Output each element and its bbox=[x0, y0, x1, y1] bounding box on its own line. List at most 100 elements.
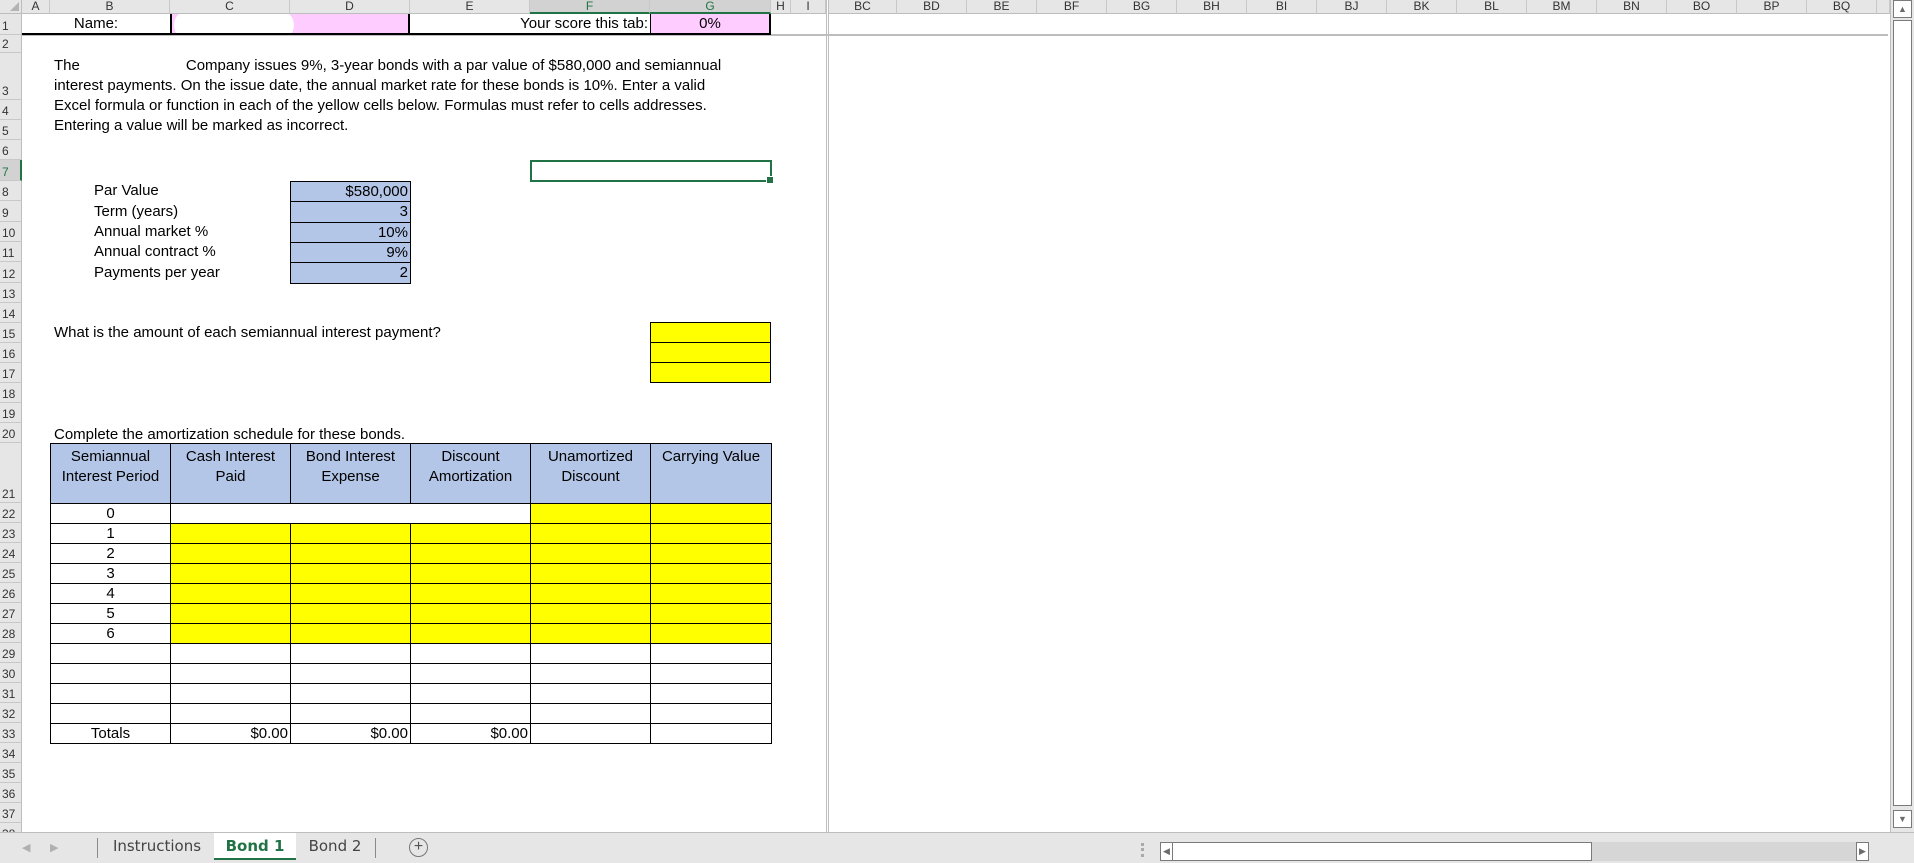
row-header-19[interactable]: 19 bbox=[0, 403, 22, 423]
totals-value-cell[interactable]: $0.00 bbox=[410, 723, 531, 744]
input-value-par-value[interactable]: $580,000 bbox=[290, 181, 411, 202]
schedule-answer-cell[interactable] bbox=[410, 623, 531, 644]
schedule-empty-cell[interactable] bbox=[410, 703, 531, 724]
totals-value-cell[interactable]: $0.00 bbox=[290, 723, 411, 744]
row-header-16[interactable]: 16 bbox=[0, 343, 22, 363]
row-header-1[interactable]: 1 bbox=[0, 14, 22, 35]
row-header-17[interactable]: 17 bbox=[0, 363, 22, 383]
row-header-31[interactable]: 31 bbox=[0, 683, 22, 703]
schedule-answer-cell[interactable] bbox=[530, 523, 651, 544]
schedule-answer-cell[interactable] bbox=[650, 523, 772, 544]
row-header-11[interactable]: 11 bbox=[0, 242, 22, 262]
period-number-cell[interactable]: 5 bbox=[50, 603, 171, 624]
answer-cell-1[interactable] bbox=[650, 322, 771, 343]
totals-empty-cell[interactable] bbox=[530, 723, 651, 744]
schedule-answer-cell[interactable] bbox=[650, 563, 772, 584]
row-header-33[interactable]: 33 bbox=[0, 723, 22, 743]
tab-split-handle[interactable] bbox=[1141, 843, 1144, 857]
row-header-15[interactable]: 15 bbox=[0, 323, 22, 343]
column-header-bg[interactable]: BG bbox=[1107, 0, 1177, 14]
schedule-answer-cell[interactable] bbox=[290, 623, 411, 644]
row-header-9[interactable]: 9 bbox=[0, 201, 22, 222]
column-header-d[interactable]: D bbox=[290, 0, 410, 14]
row-header-38[interactable]: 38 bbox=[0, 823, 22, 832]
schedule-empty-cell[interactable] bbox=[290, 643, 411, 664]
plus-circle-icon[interactable]: + bbox=[409, 838, 428, 857]
schedule-empty-cell[interactable] bbox=[50, 683, 171, 704]
column-header-bn[interactable]: BN bbox=[1597, 0, 1667, 14]
row-header-36[interactable]: 36 bbox=[0, 783, 22, 803]
schedule-empty-cell[interactable] bbox=[650, 643, 772, 664]
schedule-empty-cell[interactable] bbox=[650, 683, 772, 704]
input-value-annual-contract[interactable]: 9% bbox=[290, 242, 411, 263]
row-header-13[interactable]: 13 bbox=[0, 283, 22, 303]
input-value-term[interactable]: 3 bbox=[290, 201, 411, 223]
worksheet-grid[interactable]: A B C D E F G H I BC BD BE BF BG BH BI B… bbox=[0, 0, 1890, 832]
vertical-scrollbar[interactable]: ▲ ▼ bbox=[1890, 0, 1914, 832]
column-header-bq[interactable]: BQ bbox=[1807, 0, 1877, 14]
column-header-g[interactable]: G bbox=[650, 0, 771, 14]
column-header-bk[interactable]: BK bbox=[1387, 0, 1457, 14]
row-header-6[interactable]: 6 bbox=[0, 140, 22, 160]
row-header-21[interactable]: 21 bbox=[0, 443, 22, 503]
schedule-answer-cell[interactable] bbox=[290, 583, 411, 604]
answer-cell-3[interactable] bbox=[650, 362, 771, 383]
scroll-up-icon[interactable]: ▲ bbox=[1893, 0, 1912, 18]
row-header-8[interactable]: 8 bbox=[0, 181, 22, 201]
column-header-e[interactable]: E bbox=[410, 0, 530, 14]
schedule-empty-cell[interactable] bbox=[650, 703, 772, 724]
name-label-cell[interactable]: Name: bbox=[22, 14, 170, 35]
column-header-h[interactable]: H bbox=[771, 0, 791, 14]
schedule-answer-cell[interactable] bbox=[530, 603, 651, 624]
row-header-4[interactable]: 4 bbox=[0, 100, 22, 120]
schedule-answer-cell[interactable] bbox=[170, 563, 291, 584]
schedule-empty-cell[interactable] bbox=[50, 663, 171, 684]
schedule-answer-cell[interactable] bbox=[410, 603, 531, 624]
schedule-empty-cell[interactable] bbox=[530, 663, 651, 684]
row-header-34[interactable]: 34 bbox=[0, 743, 22, 763]
schedule-answer-cell[interactable] bbox=[530, 543, 651, 564]
schedule-answer-cell[interactable] bbox=[290, 563, 411, 584]
column-header-bm[interactable]: BM bbox=[1527, 0, 1597, 14]
schedule-blank-cell[interactable] bbox=[170, 503, 531, 524]
schedule-answer-cell[interactable] bbox=[650, 503, 772, 524]
row-header-35[interactable]: 35 bbox=[0, 763, 22, 783]
schedule-empty-cell[interactable] bbox=[530, 703, 651, 724]
row-header-12[interactable]: 12 bbox=[0, 262, 22, 283]
schedule-answer-cell[interactable] bbox=[650, 583, 772, 604]
period-number-cell[interactable]: 2 bbox=[50, 543, 171, 564]
row-header-14[interactable]: 14 bbox=[0, 303, 22, 323]
schedule-empty-cell[interactable] bbox=[650, 663, 772, 684]
schedule-answer-cell[interactable] bbox=[170, 583, 291, 604]
schedule-empty-cell[interactable] bbox=[170, 683, 291, 704]
column-header-be[interactable]: BE bbox=[967, 0, 1037, 14]
schedule-answer-cell[interactable] bbox=[410, 523, 531, 544]
column-header-c[interactable]: C bbox=[170, 0, 290, 14]
period-number-cell[interactable]: 4 bbox=[50, 583, 171, 604]
schedule-empty-cell[interactable] bbox=[50, 643, 171, 664]
scroll-right-icon[interactable]: ▶ bbox=[1856, 842, 1869, 861]
schedule-answer-cell[interactable] bbox=[410, 563, 531, 584]
schedule-answer-cell[interactable] bbox=[410, 543, 531, 564]
column-header-f[interactable]: F bbox=[530, 0, 650, 14]
schedule-answer-cell[interactable] bbox=[170, 523, 291, 544]
tab-bond-2[interactable]: Bond 2 bbox=[296, 833, 374, 860]
row-header-32[interactable]: 32 bbox=[0, 703, 22, 723]
schedule-answer-cell[interactable] bbox=[530, 623, 651, 644]
vertical-scroll-thumb[interactable] bbox=[1893, 20, 1912, 806]
row-header-2[interactable]: 2 bbox=[0, 35, 22, 53]
column-header-bi[interactable]: BI bbox=[1247, 0, 1317, 14]
name-input-cell[interactable] bbox=[170, 14, 410, 35]
column-header-bf[interactable]: BF bbox=[1037, 0, 1107, 14]
row-header-20[interactable]: 20 bbox=[0, 423, 22, 443]
select-all-corner[interactable] bbox=[0, 0, 22, 14]
schedule-empty-cell[interactable] bbox=[290, 703, 411, 724]
totals-empty-cell[interactable] bbox=[650, 723, 772, 744]
schedule-empty-cell[interactable] bbox=[530, 683, 651, 704]
schedule-answer-cell[interactable] bbox=[290, 543, 411, 564]
row-header-18[interactable]: 18 bbox=[0, 383, 22, 403]
row-header-26[interactable]: 26 bbox=[0, 583, 22, 603]
horizontal-scroll-track[interactable] bbox=[1592, 842, 1856, 861]
row-header-27[interactable]: 27 bbox=[0, 603, 22, 623]
tab-bond-1[interactable]: Bond 1 bbox=[214, 833, 296, 860]
